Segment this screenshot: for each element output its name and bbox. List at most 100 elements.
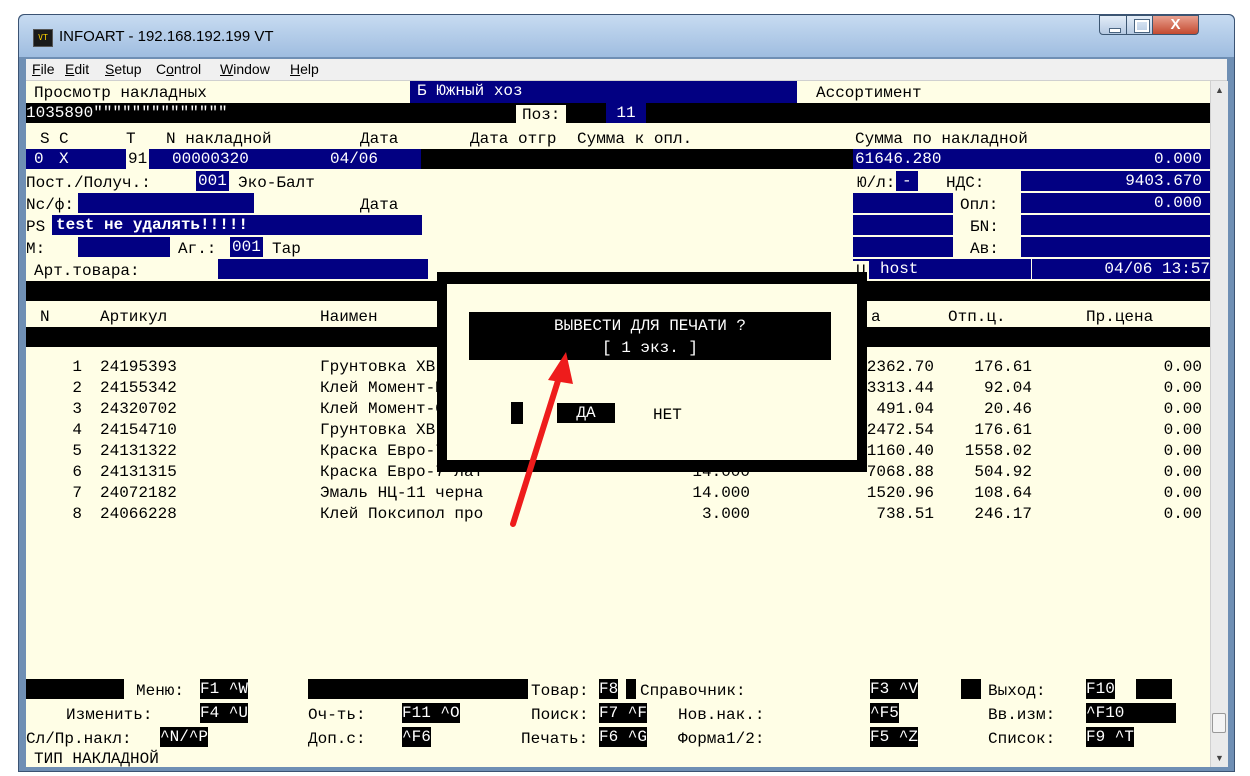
dialog-cursor [511, 402, 523, 424]
title-bar[interactable]: VT INFOART - 192.168.192.199 VT X [19, 15, 1234, 57]
hk-nextprev-label: Сл/Пр.накл: [26, 730, 132, 748]
hk-edit-label: Изменить: [66, 706, 153, 724]
row-price: 92.04 [983, 379, 1032, 397]
art-input[interactable] [218, 259, 428, 279]
hk-clear-label: Оч-ть: [308, 706, 366, 724]
position-value: 11 [606, 103, 646, 123]
row-price: 1558.02 [964, 442, 1032, 460]
nc-label: Nc/ф: [26, 196, 75, 214]
hk-bar-2 [308, 679, 528, 699]
row-price: 504.92 [974, 463, 1032, 481]
hk-inchg-key[interactable]: ^F10 [1086, 703, 1176, 723]
maximize-icon [1134, 19, 1150, 33]
dialog-yes-button[interactable]: ДА [557, 403, 615, 423]
bn-field [1021, 215, 1210, 235]
maximize-button[interactable] [1126, 15, 1153, 35]
record-t: 91 [126, 149, 150, 169]
user-name: host [880, 260, 919, 278]
bn-label: БN: [970, 218, 999, 236]
record-s: 0 [34, 150, 44, 168]
row-pr-price: 0.00 [1163, 505, 1202, 523]
hk-print-key[interactable]: F6 ^G [599, 727, 648, 747]
row-n: 6 [72, 463, 82, 481]
close-button[interactable]: X [1152, 15, 1199, 35]
hk-edit-key[interactable]: F4 ^U [200, 703, 249, 723]
row-sum: 1520.96 [866, 484, 934, 502]
supplier-code: 001 [196, 171, 229, 191]
menu-control[interactable]: Control [156, 61, 201, 77]
row-article: 24066228 [100, 505, 177, 523]
row-pr-price: 0.00 [1163, 421, 1202, 439]
hk-goods-label: Товар: [531, 682, 589, 700]
timestamp: 04/06 13:57 [1032, 259, 1210, 279]
hk-newinv-label: Нов.нак.: [678, 706, 765, 724]
th-n: N [40, 308, 50, 326]
col-date: Дата [360, 130, 399, 148]
menu-setup[interactable]: Setup [105, 61, 142, 77]
row-price: 20.46 [983, 400, 1032, 418]
terminal-screen[interactable]: Просмотр накладных Б Южный хоз Ассортиме… [26, 81, 1210, 767]
row-n: 5 [72, 442, 82, 460]
hk-menu-key[interactable]: F1 ^W [200, 679, 249, 699]
screen-title: Просмотр накладных [34, 84, 207, 102]
row-pr-price: 0.00 [1163, 358, 1202, 376]
menu-help[interactable]: Help [290, 61, 319, 77]
col-c: C [59, 130, 69, 148]
row-qty: 3.000 [701, 505, 750, 523]
row-article: 24195393 [100, 358, 177, 376]
row-article: 24320702 [100, 400, 177, 418]
hk-exit-key[interactable]: F10 [1086, 679, 1115, 699]
hk-search-key[interactable]: F7 ^F [599, 703, 648, 723]
th-pr-price: Пр.цена [1086, 308, 1154, 326]
th-name: Наимен [320, 308, 378, 326]
row-pr-price: 0.00 [1163, 463, 1202, 481]
col-ship-date: Дата отгр [470, 130, 557, 148]
menu-window[interactable]: Window [220, 61, 270, 77]
hk-nextprev-key[interactable]: ^N/^P [160, 727, 209, 747]
vat-value: 9403.670 [1125, 172, 1202, 190]
menu-file[interactable]: File [32, 61, 55, 77]
supplier-label: Пост./Получ.: [26, 174, 151, 192]
vertical-scrollbar[interactable]: ▲ ▼ [1210, 81, 1228, 767]
dialog-copies: [ 1 экз. ] [601, 339, 698, 357]
client-name: Б Южный хоз [417, 82, 523, 100]
vat-label: НДС: [946, 174, 985, 192]
hk-list-label: Список: [988, 730, 1056, 748]
scroll-up-icon[interactable]: ▲ [1215, 85, 1224, 95]
scrollbar-thumb[interactable] [1212, 713, 1226, 733]
col-t: T [126, 130, 136, 148]
hk-menu-label: Меню: [136, 682, 185, 700]
hk-addc-key[interactable]: ^F6 [402, 727, 431, 747]
dialog-bottom-border [437, 460, 867, 472]
ps-text: test не удалять!!!!! [56, 216, 249, 234]
ps-label: PS [26, 218, 46, 236]
hk-list-key[interactable]: F9 ^T [1086, 727, 1135, 747]
art-label: Арт.товара: [34, 262, 140, 280]
dialog-left-border [437, 272, 447, 472]
record-sum-invoice: 61646.280 [855, 150, 942, 168]
row-qty: 14.000 [692, 484, 750, 502]
hk-clear-key[interactable]: F11 ^O [402, 703, 460, 723]
row-article: 24131315 [100, 463, 177, 481]
minimize-button[interactable] [1099, 15, 1127, 35]
col-invoice-number: N накладной [166, 130, 272, 148]
scroll-down-icon[interactable]: ▼ [1215, 753, 1224, 763]
close-icon: X [1170, 16, 1181, 33]
dialog-no-button[interactable]: НЕТ [653, 405, 682, 425]
dialog-question: ВЫВЕСТИ ДЛЯ ПЕЧАТИ ? [553, 317, 747, 335]
agent-name: Тар [272, 240, 301, 258]
hk-ref-key[interactable]: F3 ^V [870, 679, 919, 699]
menu-edit[interactable]: Edit [65, 61, 89, 77]
app-window: VT INFOART - 192.168.192.199 VT X File E… [18, 14, 1235, 772]
hk-goods-key[interactable]: F8 [599, 679, 619, 699]
paid-value: 0.000 [1153, 194, 1202, 212]
row-article: 24131322 [100, 442, 177, 460]
hk-form-key[interactable]: F5 ^Z [870, 727, 919, 747]
dialog-right-border [857, 272, 867, 472]
hk-ref-label: Справочник: [640, 682, 746, 700]
col-sum-pay: Сумма к опл. [577, 130, 693, 148]
row-n: 8 [72, 505, 82, 523]
hk-newinv-key[interactable]: ^F5 [870, 703, 899, 723]
record-number: 00000320 [172, 150, 249, 168]
row-article: 24072182 [100, 484, 177, 502]
